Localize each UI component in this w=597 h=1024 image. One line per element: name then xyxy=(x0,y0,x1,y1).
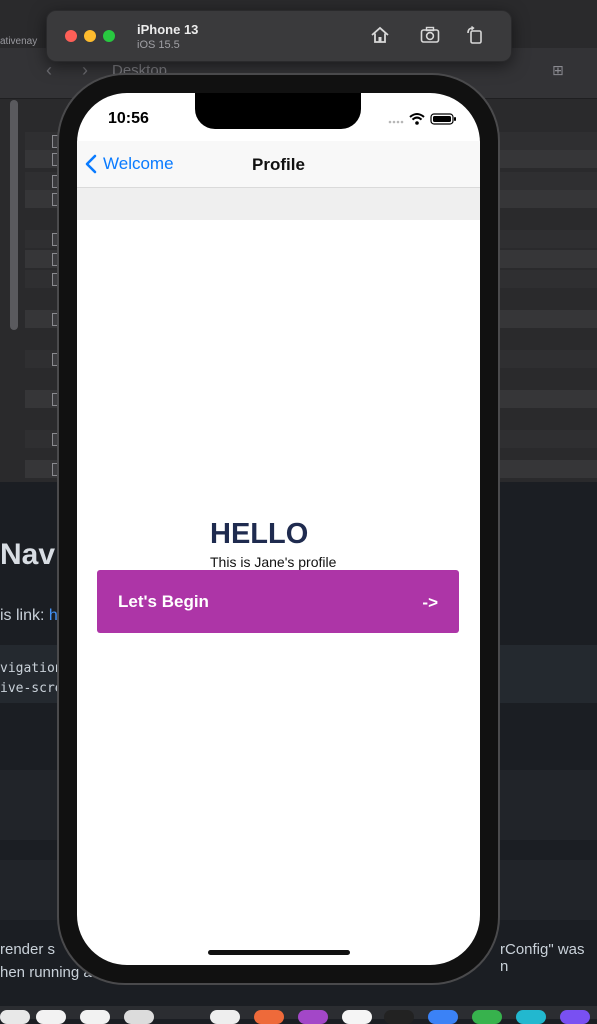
home-icon[interactable] xyxy=(369,24,391,46)
lets-begin-label: Let's Begin xyxy=(118,592,209,611)
arrow-icon: -> xyxy=(422,593,438,612)
dock-app-icon[interactable] xyxy=(36,1010,66,1024)
simulator-title-bar: iPhone 13 iOS 15.5 xyxy=(46,10,512,62)
dock-app-icon[interactable] xyxy=(0,1010,30,1024)
minimize-window-button[interactable] xyxy=(84,30,96,42)
rotate-icon[interactable] xyxy=(464,24,486,46)
dock-app-icon[interactable] xyxy=(210,1010,240,1024)
notch xyxy=(195,93,361,129)
signal-icon xyxy=(388,120,404,124)
page-title: Profile xyxy=(252,155,305,174)
dock-app-icon[interactable] xyxy=(298,1010,328,1024)
os-version: iOS 15.5 xyxy=(137,39,180,51)
finder-tab-fragment: ativenay xyxy=(0,36,38,47)
header-band xyxy=(77,188,480,220)
web-text-fragment: render s xyxy=(0,941,56,958)
web-text-fragment: rConfig" was n xyxy=(500,941,585,975)
navigation-bar: Welcome Profile xyxy=(77,141,480,188)
dock-app-icon[interactable] xyxy=(80,1010,110,1024)
link-prefix: is link: xyxy=(0,607,49,624)
device-name: iPhone 13 xyxy=(137,22,199,37)
web-link-line: is link: h xyxy=(0,607,58,625)
finder-scrollbar[interactable] xyxy=(10,100,18,330)
iphone-screen: 10:56 Welcome Profile HELLO This is Jane… xyxy=(77,93,480,965)
screenshot-icon[interactable] xyxy=(419,24,441,46)
finder-back-icon[interactable]: ‹ xyxy=(46,60,52,81)
dock-app-icon[interactable] xyxy=(560,1010,590,1024)
dock-app-icon[interactable] xyxy=(384,1010,414,1024)
web-heading: Navi xyxy=(0,538,64,571)
lets-begin-button[interactable]: Let's Begin -> xyxy=(97,570,459,633)
dock-app-icon[interactable] xyxy=(428,1010,458,1024)
dock-app-icon[interactable] xyxy=(124,1010,154,1024)
greeting-heading: HELLO xyxy=(210,518,309,550)
dock-app-icon[interactable] xyxy=(472,1010,502,1024)
home-indicator[interactable] xyxy=(208,950,350,955)
dock-app-icon[interactable] xyxy=(342,1010,372,1024)
dock-app-icon[interactable] xyxy=(516,1010,546,1024)
dock-app-icon[interactable] xyxy=(254,1010,284,1024)
status-icons xyxy=(388,113,456,125)
finder-forward-icon[interactable]: › xyxy=(82,60,88,81)
wifi-icon xyxy=(409,113,425,125)
close-window-button[interactable] xyxy=(65,30,77,42)
profile-description: This is Jane's profile xyxy=(210,554,337,570)
battery-icon xyxy=(430,113,456,125)
zoom-window-button[interactable] xyxy=(103,30,115,42)
view-grid-icon[interactable]: ⊞ xyxy=(552,62,564,79)
status-time: 10:56 xyxy=(108,110,149,127)
